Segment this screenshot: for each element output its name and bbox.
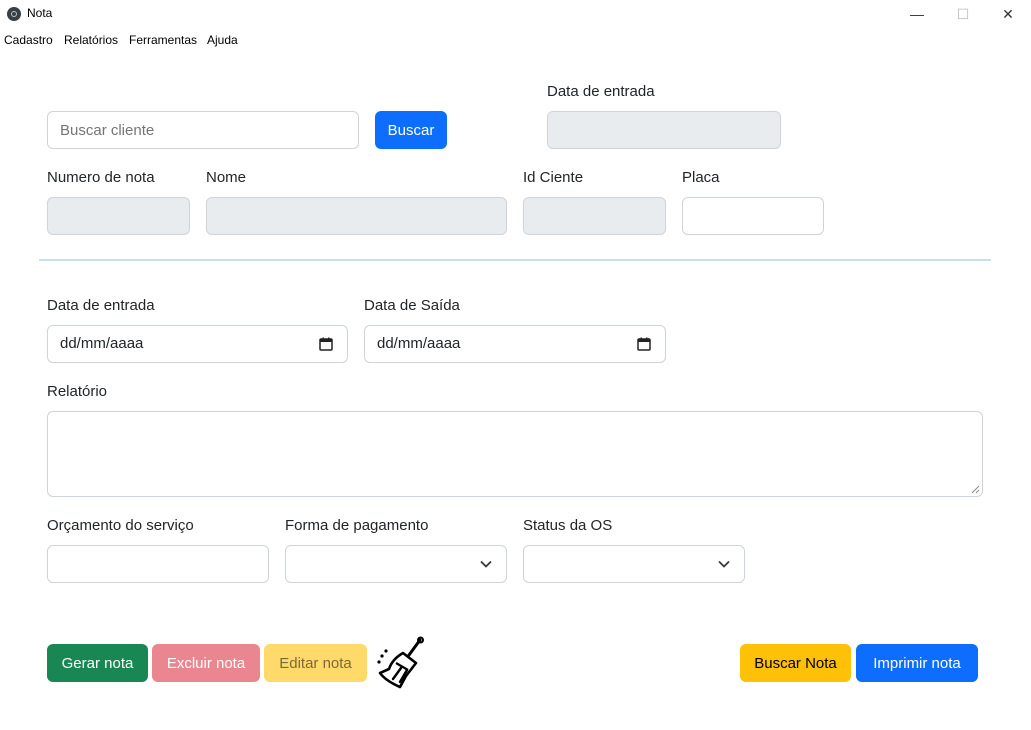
title-bar: Nota — ☐ ✕ [0,0,1031,28]
search-button[interactable]: Buscar [375,111,447,149]
app-icon [7,7,21,21]
report-textarea[interactable] [47,411,983,497]
name-label: Nome [206,169,247,186]
exit-date-label: Data de Saída [364,297,460,314]
broom-icon[interactable] [376,636,428,690]
calendar-icon[interactable] [319,337,333,351]
chevron-down-icon [480,560,492,568]
plate-label: Placa [682,169,720,186]
delete-note-button[interactable]: Excluir nota [152,644,260,682]
name-field [206,197,507,235]
report-label: Relatório [47,383,108,400]
print-note-button[interactable]: Imprimir nota [856,644,978,682]
client-id-field [523,197,666,235]
entry-date-input[interactable]: dd/mm/aaaa [47,325,348,363]
exit-date-value: dd/mm/aaaa [377,335,461,352]
resize-grip-icon[interactable] [970,484,980,494]
budget-label: Orçamento do serviço [47,517,194,534]
entry-date-value: dd/mm/aaaa [60,335,144,352]
chevron-down-icon [718,560,730,568]
menu-cadastro[interactable]: Cadastro [4,33,53,47]
search-note-button[interactable]: Buscar Nota [740,644,851,682]
note-number-field [47,197,190,235]
maximize-button[interactable]: ☐ [940,0,986,28]
status-select[interactable] [523,545,745,583]
entry-date-label: Data de entrada [547,83,655,100]
status-label: Status da OS [523,517,613,534]
search-client-input[interactable] [47,111,359,149]
entry-date-label-2: Data de entrada [47,297,155,314]
exit-date-input[interactable]: dd/mm/aaaa [364,325,666,363]
plate-input[interactable] [682,197,824,235]
menu-ajuda[interactable]: Ajuda [207,33,238,47]
edit-note-button[interactable]: Editar nota [264,644,367,682]
budget-input[interactable] [47,545,269,583]
calendar-icon[interactable] [637,337,651,351]
minimize-button[interactable]: — [894,0,940,28]
payment-select[interactable] [285,545,507,583]
generate-note-button[interactable]: Gerar nota [47,644,148,682]
menu-relatorios[interactable]: Relatórios [64,33,118,47]
client-id-label: Id Ciente [523,169,584,186]
note-number-label: Numero de nota [47,169,155,186]
section-divider [39,259,991,261]
menu-ferramentas[interactable]: Ferramentas [129,33,197,47]
close-button[interactable]: ✕ [985,0,1031,28]
payment-label: Forma de pagamento [285,517,429,534]
window-title: Nota [27,6,53,20]
entry-date-field [547,111,781,149]
